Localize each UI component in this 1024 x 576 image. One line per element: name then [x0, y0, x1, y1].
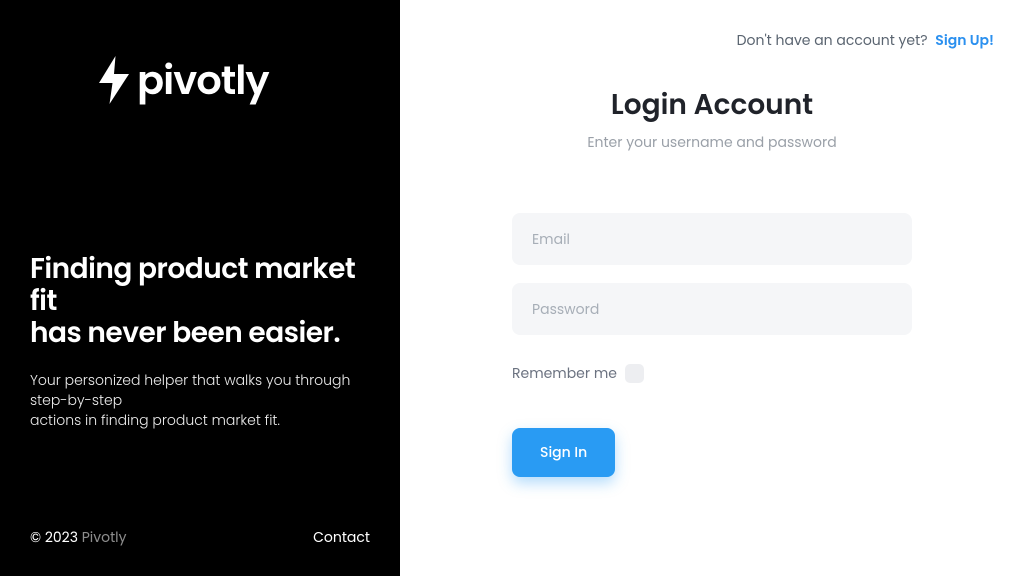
- copyright: © 2023 Pivotly: [30, 527, 127, 548]
- signup-link[interactable]: Sign Up!: [935, 30, 994, 50]
- login-title: Login Account: [587, 84, 836, 126]
- hero-section: Finding product market fit has never bee…: [30, 253, 370, 430]
- email-field[interactable]: [512, 213, 912, 265]
- logo: pivotly: [30, 50, 370, 110]
- hero-title-line: Finding product market fit: [30, 249, 355, 320]
- remember-row: Remember me: [512, 363, 912, 384]
- copyright-year: © 2023: [30, 527, 82, 547]
- signup-prompt-text: Don't have an account yet?: [737, 30, 928, 50]
- brand-name: pivotly: [137, 60, 269, 100]
- signup-prompt: Don't have an account yet? Sign Up!: [737, 30, 994, 51]
- login-header: Login Account Enter your username and pa…: [587, 84, 836, 153]
- hero-subtitle: Your personized helper that walks you th…: [30, 370, 370, 431]
- login-form: Remember me Sign In: [512, 213, 912, 477]
- left-footer: © 2023 Pivotly Contact: [30, 527, 370, 548]
- copyright-brand: Pivotly: [82, 527, 127, 547]
- hero-sub-line: Your personized helper that walks you th…: [30, 370, 350, 410]
- hero-title-line: has never been easier.: [30, 313, 340, 352]
- login-subtitle: Enter your username and password: [587, 132, 836, 153]
- hero-title: Finding product market fit has never bee…: [30, 253, 370, 350]
- bolt-icon: [95, 50, 133, 110]
- remember-label: Remember me: [512, 363, 617, 384]
- hero-sub-line: actions in finding product market fit.: [30, 410, 280, 430]
- auth-panel: Don't have an account yet? Sign Up! Logi…: [400, 0, 1024, 576]
- marketing-panel: pivotly Finding product market fit has n…: [0, 0, 400, 576]
- contact-link[interactable]: Contact: [313, 527, 370, 548]
- remember-toggle[interactable]: [625, 364, 644, 383]
- signin-button[interactable]: Sign In: [512, 428, 615, 477]
- password-field[interactable]: [512, 283, 912, 335]
